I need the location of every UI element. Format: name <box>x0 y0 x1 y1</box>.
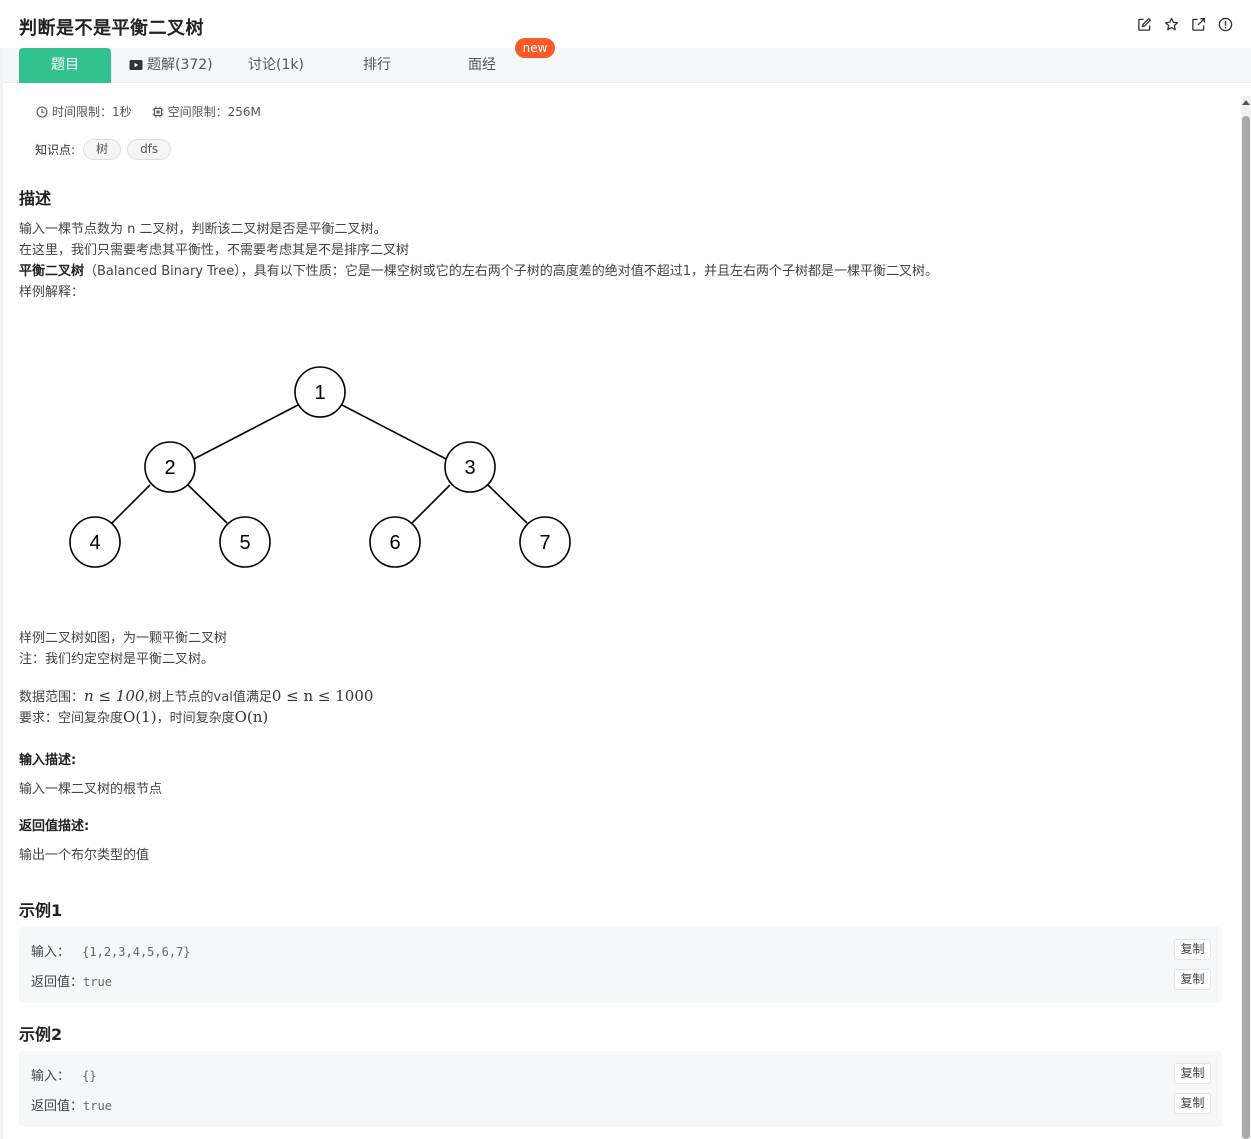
description-line: 平衡二叉树（Balanced Binary Tree），具有以下性质：它是一棵空… <box>19 260 938 279</box>
copy-input-button[interactable]: 复制 <box>1174 1063 1211 1084</box>
example1-title: 示例1 <box>19 901 63 920</box>
return-description-text: 输出一个布尔类型的值 <box>19 848 150 863</box>
range-math-val: 0 ≤ n ≤ 1000 <box>271 687 374 705</box>
example-explanation-label: 样例解释： <box>19 285 85 300</box>
knowledge-label: 知识点: <box>35 143 76 157</box>
space-limit: 空间限制：256M <box>152 103 261 120</box>
scrollbar[interactable] <box>1241 96 1251 1139</box>
balanced-tree-term: 平衡二叉树 <box>19 264 85 279</box>
problem-title: 判断是不是平衡二叉树 <box>19 18 204 39</box>
edge <box>191 404 299 461</box>
data-range-label: 数据范围： <box>19 690 85 705</box>
description-line: 样例二叉树如图，为一颗平衡二叉树 <box>19 631 228 646</box>
return-description-title: 返回值描述: <box>19 819 90 834</box>
edge <box>487 484 528 524</box>
limits: 时间限制：1秒 空间限制：256M <box>36 103 261 120</box>
description-line: 注：我们约定空树是平衡二叉树。 <box>19 652 215 667</box>
tab-bar: 题目 题解(372) 讨论(1k) 排行 面经 <box>3 48 1251 83</box>
requirement-label: 要求：空间复杂度 <box>19 711 124 726</box>
data-range-mid: ,树上节点的val值满足 <box>144 690 272 705</box>
example2-input: 输入： {} <box>31 1065 97 1084</box>
tree-node-label: 6 <box>389 532 400 554</box>
header-actions <box>1137 17 1233 32</box>
new-badge: new <box>515 38 555 58</box>
description-title: 描述 <box>19 189 52 208</box>
space-complexity: O(1) <box>123 708 157 726</box>
input-label: 输入： <box>31 1069 71 1084</box>
knowledge-points: 知识点: 树 dfs <box>35 139 172 160</box>
time-complexity: O(n) <box>234 708 269 726</box>
tab-interview[interactable]: 面经 <box>468 48 496 83</box>
tab-solutions[interactable]: 题解(372) <box>129 48 213 83</box>
edge <box>411 484 451 524</box>
complexity-requirement: 要求：空间复杂度O(1)，时间复杂度O(n) <box>19 707 268 726</box>
chip-icon <box>152 106 164 117</box>
requirement-mid: ，时间复杂度 <box>156 711 235 726</box>
clock-icon <box>36 105 48 118</box>
edge <box>187 484 228 524</box>
return-label: 返回值： <box>31 975 84 990</box>
return-label: 返回值： <box>31 1099 84 1114</box>
tree-node-label: 3 <box>464 457 475 479</box>
data-range: 数据范围：n ≤ 100,树上节点的val值满足0 ≤ n ≤ 1000 <box>19 686 373 705</box>
copy-return-button[interactable]: 复制 <box>1174 1093 1211 1114</box>
tree-node-label: 7 <box>539 532 550 554</box>
balanced-tree-definition: （Balanced Binary Tree），具有以下性质：它是一棵空树或它的左… <box>84 264 939 279</box>
example1-box: 输入： {1,2,3,4,5,6,7} 返回值：true 复制 复制 <box>19 927 1222 1003</box>
input-value: {} <box>82 1069 97 1083</box>
tab-discussion[interactable]: 讨论(1k) <box>248 48 304 83</box>
tab-problem[interactable]: 题目 <box>19 48 111 83</box>
left-border <box>0 0 3 1139</box>
return-value: true <box>83 1099 112 1113</box>
tab-solutions-label: 题解(372) <box>147 57 213 73</box>
time-limit-text: 时间限制：1秒 <box>52 105 132 119</box>
description-line: 在这里，我们只需要考虑其平衡性，不需要考虑其是不是排序二叉树 <box>19 243 410 258</box>
example2-box: 输入： {} 返回值：true 复制 复制 <box>19 1051 1222 1127</box>
time-limit: 时间限制：1秒 <box>36 103 132 120</box>
example2-title: 示例2 <box>19 1025 63 1044</box>
edit-icon[interactable] <box>1137 17 1152 32</box>
input-label: 输入： <box>31 945 71 960</box>
scroll-up-arrow-icon[interactable] <box>1242 100 1250 105</box>
scrollbar-thumb[interactable] <box>1242 116 1250 1139</box>
space-limit-text: 空间限制：256M <box>167 105 261 119</box>
copy-return-button[interactable]: 复制 <box>1174 969 1211 990</box>
range-math-n: n ≤ 100 <box>84 687 145 705</box>
input-value: {1,2,3,4,5,6,7} <box>82 945 191 959</box>
edge <box>341 404 449 461</box>
input-description-title: 输入描述: <box>19 753 77 768</box>
tag-dfs[interactable]: dfs <box>127 139 172 160</box>
example2-return: 返回值：true <box>31 1095 112 1114</box>
external-link-icon[interactable] <box>1191 17 1206 32</box>
tree-node-label: 4 <box>89 532 100 554</box>
tab-ranking[interactable]: 排行 <box>363 48 391 83</box>
copy-input-button[interactable]: 复制 <box>1174 939 1211 960</box>
video-icon <box>129 60 143 70</box>
description-line: 输入一棵节点数为 n 二叉树，判断该二叉树是否是平衡二叉树。 <box>19 222 387 237</box>
tree-node-label: 5 <box>239 532 250 554</box>
edge <box>111 484 151 524</box>
problem-header: 判断是不是平衡二叉树 <box>0 0 1251 48</box>
example1-input: 输入： {1,2,3,4,5,6,7} <box>31 941 191 960</box>
tag-tree[interactable]: 树 <box>83 139 122 160</box>
input-description-text: 输入一棵二叉树的根节点 <box>19 782 163 797</box>
tree-node-label: 1 <box>314 382 325 404</box>
star-icon[interactable] <box>1164 17 1179 32</box>
return-value: true <box>83 975 112 989</box>
sample-binary-tree-diagram: 1 2 3 4 5 6 7 <box>69 366 571 568</box>
info-icon[interactable] <box>1218 17 1233 32</box>
tree-node-label: 2 <box>164 457 175 479</box>
example1-return: 返回值：true <box>31 971 112 990</box>
